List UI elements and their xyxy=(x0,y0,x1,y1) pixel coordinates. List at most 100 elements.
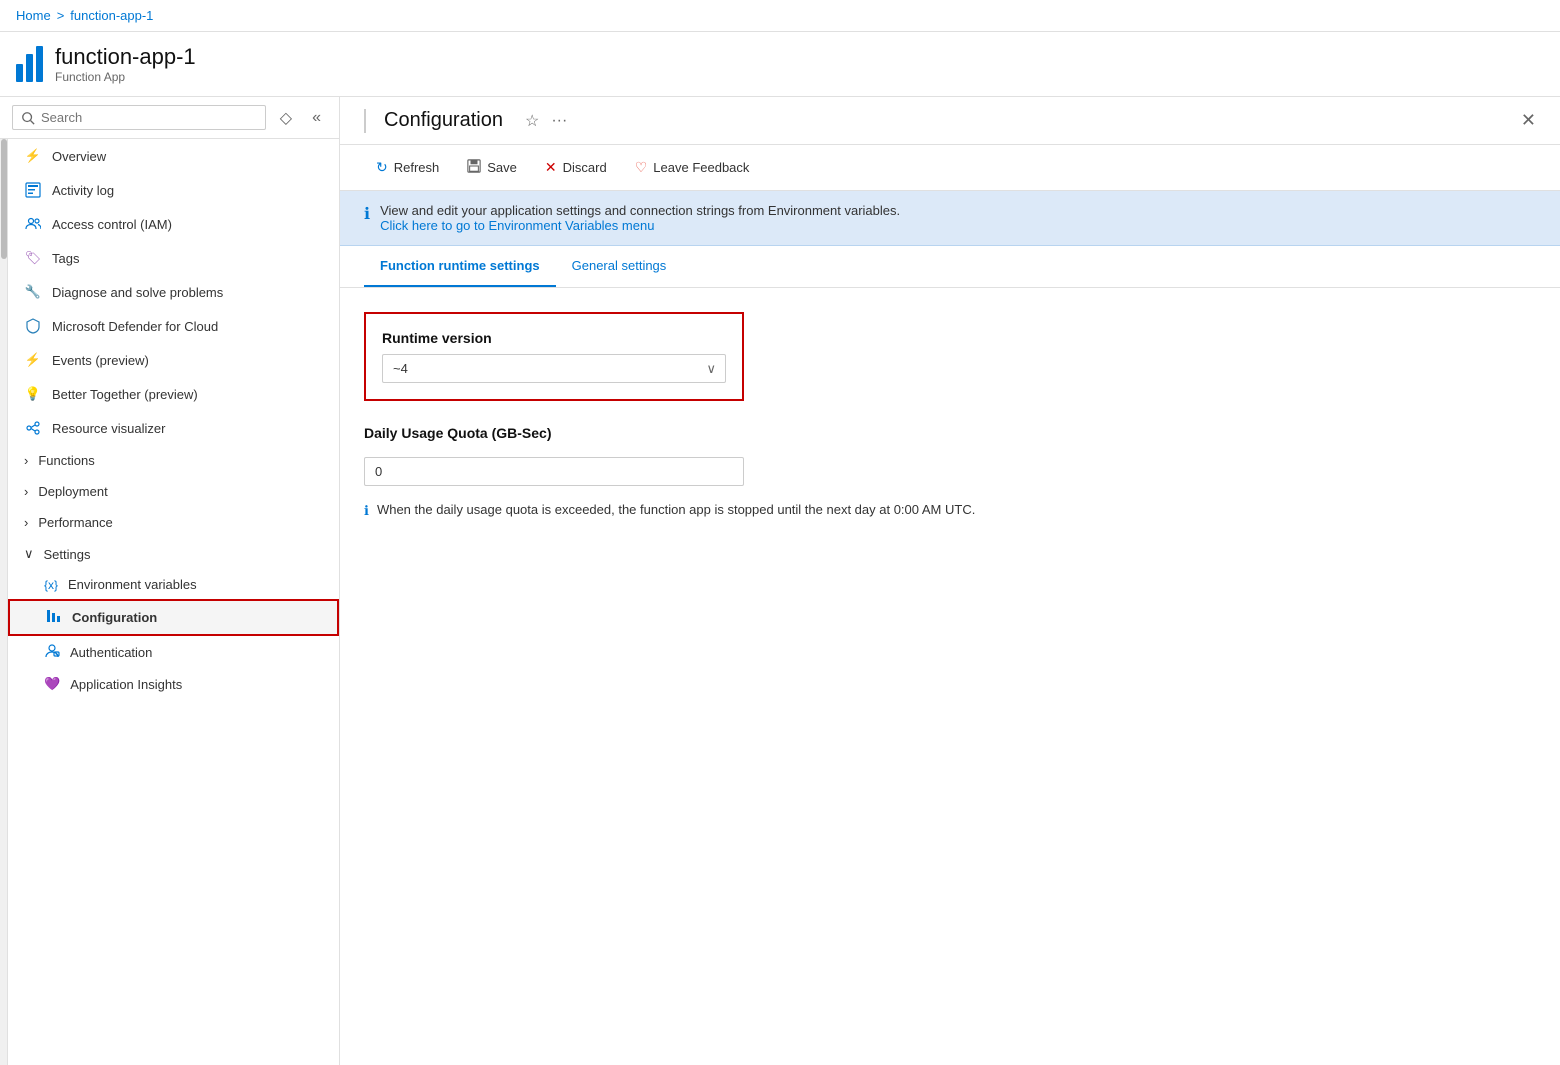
expand-icon-functions: › xyxy=(24,453,28,468)
sidebar-item-tags[interactable]: 🏷 Tags xyxy=(8,241,339,275)
close-button[interactable]: ✕ xyxy=(1521,110,1536,131)
sidebar-label-activity-log: Activity log xyxy=(52,183,323,198)
tabs: Function runtime settings General settin… xyxy=(340,246,1560,288)
sidebar-header: ◇ « xyxy=(0,97,339,139)
search-input[interactable] xyxy=(41,110,257,125)
search-box[interactable] xyxy=(12,105,266,130)
info-banner: ℹ View and edit your application setting… xyxy=(340,191,1560,246)
sidebar-label-deployment: Deployment xyxy=(38,484,107,499)
sidebar-item-settings[interactable]: ∨ Settings xyxy=(8,538,339,570)
shield-icon xyxy=(24,317,42,335)
sidebar-label-better-together: Better Together (preview) xyxy=(52,387,323,402)
sidebar-item-app-insights[interactable]: 💜 Application Insights xyxy=(8,669,339,699)
sidebar-item-functions[interactable]: › Functions xyxy=(8,445,339,476)
sidebar-label-access-control: Access control (IAM) xyxy=(52,217,323,232)
sidebar-pin-button[interactable]: ◇ xyxy=(274,106,298,130)
sidebar-item-events[interactable]: ⚡ Events (preview) xyxy=(8,343,339,377)
sidebar-label-app-insights: Application Insights xyxy=(70,677,182,692)
discard-label: Discard xyxy=(563,160,607,175)
code-icon: {x} xyxy=(44,578,58,592)
search-icon xyxy=(21,111,35,125)
sidebar-item-configuration[interactable]: Configuration xyxy=(8,599,339,636)
sidebar-label-events: Events (preview) xyxy=(52,353,323,368)
info-banner-content: View and edit your application settings … xyxy=(380,203,900,233)
heart-icon: ♡ xyxy=(635,159,648,176)
bolt-icon: ⚡ xyxy=(24,351,42,369)
app-icon xyxy=(16,46,43,82)
discard-button[interactable]: ✕ Discard xyxy=(533,153,619,182)
sidebar-label-settings: Settings xyxy=(44,547,91,562)
star-button[interactable]: ☆ xyxy=(525,111,539,131)
leave-feedback-button[interactable]: ♡ Leave Feedback xyxy=(623,153,762,182)
breadcrumb: Home > function-app-1 xyxy=(0,0,1560,32)
tab-function-runtime[interactable]: Function runtime settings xyxy=(364,246,556,287)
sidebar-label-configuration: Configuration xyxy=(72,610,157,625)
info-banner-text: View and edit your application settings … xyxy=(380,203,900,218)
sidebar-item-overview[interactable]: ⚡ Overview xyxy=(8,139,339,173)
save-icon xyxy=(467,159,481,176)
quota-info-row: ℹ When the daily usage quota is exceeded… xyxy=(364,502,1536,519)
sidebar-collapse-button[interactable]: « xyxy=(306,107,327,129)
sidebar: ◇ « ⚡ Overview Activity log xyxy=(0,97,340,1065)
expand-icon-performance: › xyxy=(24,515,28,530)
activity-icon xyxy=(24,181,42,199)
sidebar-label-performance: Performance xyxy=(38,515,112,530)
quota-input[interactable] xyxy=(364,457,744,486)
info-icon: ℹ xyxy=(364,204,370,224)
app-type: Function App xyxy=(55,70,1544,84)
tab-general-settings[interactable]: General settings xyxy=(556,246,683,287)
sidebar-item-access-control[interactable]: Access control (IAM) xyxy=(8,207,339,241)
sidebar-label-env-variables: Environment variables xyxy=(68,577,197,592)
people-icon xyxy=(24,215,42,233)
save-button[interactable]: Save xyxy=(455,153,529,182)
app-title-block: function-app-1 Function App xyxy=(55,44,1544,84)
sidebar-label-resource-visualizer: Resource visualizer xyxy=(52,421,323,436)
quota-info-text: When the daily usage quota is exceeded, … xyxy=(377,502,975,517)
sidebar-item-deployment[interactable]: › Deployment xyxy=(8,476,339,507)
wrench-icon: 🔧 xyxy=(24,283,42,301)
sidebar-label-authentication: Authentication xyxy=(70,645,152,660)
sidebar-item-resource-visualizer[interactable]: Resource visualizer xyxy=(8,411,339,445)
more-button[interactable]: ··· xyxy=(551,112,567,130)
runtime-version-select[interactable]: ~4 ~3 ~2 ~1 xyxy=(382,354,726,383)
sidebar-item-activity-log[interactable]: Activity log xyxy=(8,173,339,207)
diamond-icon: 💜 xyxy=(44,676,60,692)
quota-label: Daily Usage Quota (GB-Sec) xyxy=(364,425,1536,441)
save-label: Save xyxy=(487,160,517,175)
app-header: function-app-1 Function App xyxy=(0,32,1560,97)
graph-icon xyxy=(24,419,42,437)
refresh-label: Refresh xyxy=(394,160,440,175)
breadcrumb-separator: > xyxy=(57,8,65,23)
runtime-version-section: Runtime version ~4 ~3 ~2 ~1 xyxy=(364,312,744,401)
sidebar-item-performance[interactable]: › Performance xyxy=(8,507,339,538)
page-header-actions: ☆ ··· xyxy=(525,111,567,131)
quota-info-icon: ℹ xyxy=(364,503,369,519)
discard-icon: ✕ xyxy=(545,159,557,176)
page-header-divider xyxy=(364,109,366,133)
sidebar-item-authentication[interactable]: Authentication xyxy=(8,636,339,669)
quota-section: Daily Usage Quota (GB-Sec) xyxy=(364,425,1536,486)
breadcrumb-app[interactable]: function-app-1 xyxy=(70,8,153,23)
sidebar-item-env-variables[interactable]: {x} Environment variables xyxy=(8,570,339,599)
app-name: function-app-1 xyxy=(55,44,1544,70)
info-banner-link[interactable]: Click here to go to Environment Variable… xyxy=(380,218,654,233)
page-header: Configuration ☆ ··· ✕ xyxy=(340,97,1560,145)
runtime-version-label: Runtime version xyxy=(382,330,726,346)
expand-icon-deployment: › xyxy=(24,484,28,499)
sidebar-nav: ⚡ Overview Activity log Access control (… xyxy=(8,139,339,1065)
sidebar-label-defender: Microsoft Defender for Cloud xyxy=(52,319,323,334)
bars-icon xyxy=(46,608,62,627)
breadcrumb-home[interactable]: Home xyxy=(16,8,51,23)
sidebar-item-diagnose[interactable]: 🔧 Diagnose and solve problems xyxy=(8,275,339,309)
sidebar-scrollbar[interactable] xyxy=(0,139,8,1065)
sidebar-item-better-together[interactable]: 💡 Better Together (preview) xyxy=(8,377,339,411)
runtime-version-select-wrapper: ~4 ~3 ~2 ~1 xyxy=(382,354,726,383)
leave-feedback-label: Leave Feedback xyxy=(653,160,749,175)
sidebar-item-defender[interactable]: Microsoft Defender for Cloud xyxy=(8,309,339,343)
page-title: Configuration xyxy=(384,109,503,132)
expand-icon-settings: ∨ xyxy=(24,546,34,562)
refresh-icon: ↻ xyxy=(376,159,388,176)
refresh-button[interactable]: ↻ Refresh xyxy=(364,153,451,182)
sidebar-label-functions: Functions xyxy=(38,453,94,468)
lightning-icon: ⚡ xyxy=(24,147,42,165)
